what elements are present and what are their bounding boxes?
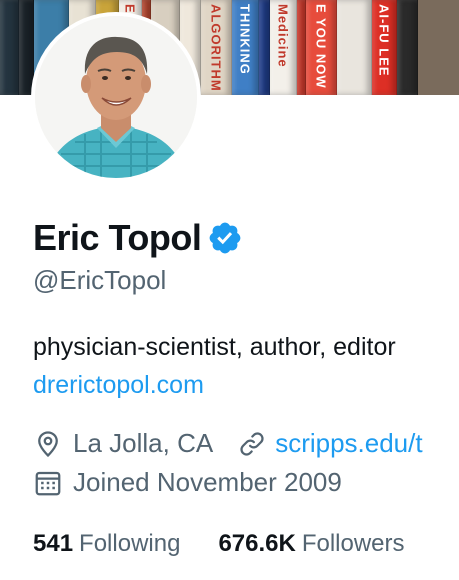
calendar-icon [35, 471, 61, 495]
banner-book-spine [397, 0, 418, 95]
bio-link[interactable]: drerictopol.com [33, 371, 204, 400]
banner-book-spine: Medicine [270, 0, 297, 95]
profile-location: La Jolla, CA [73, 428, 214, 458]
followers-link[interactable]: 676.6K Followers [218, 530, 404, 558]
profile-website-link[interactable]: scripps.edu/t [275, 428, 422, 459]
banner-book-spine [297, 0, 306, 95]
banner-book-title: Medicine [275, 4, 291, 68]
profile-stats: 541 Following 676.6K Followers [33, 530, 405, 558]
banner-book-spine [259, 0, 270, 95]
banner-book-spine: AI-FU LEE [372, 0, 397, 95]
profile-meta-row: La Jolla, CA scripps.edu/t [33, 428, 423, 459]
profile-name-row: Eric Topol [33, 218, 243, 258]
banner-book-title: ALGORITHM [208, 4, 224, 92]
banner-book-spine [0, 0, 19, 95]
profile-joined-date: Joined November 2009 [73, 467, 342, 497]
following-link[interactable]: 541 Following [33, 530, 180, 558]
profile-name: Eric Topol [33, 217, 202, 258]
banner-book-spine: THINKING [232, 0, 259, 95]
banner-book-title: AI-FU LEE [376, 4, 392, 77]
link-icon [240, 431, 264, 456]
profile-joined-row: Joined November 2009 [33, 467, 342, 498]
followers-count: 676.6K [218, 530, 296, 557]
following-count: 541 [33, 530, 74, 557]
following-label: Following [79, 530, 181, 557]
banner-book-spine: E YOU NOW [306, 0, 337, 95]
banner-book-spine [337, 0, 372, 95]
avatar[interactable] [31, 12, 201, 182]
verified-badge-icon[interactable] [207, 220, 243, 256]
banner-book-spine: ALGORITHM [201, 0, 232, 95]
profile-handle: @EricTopol [33, 265, 167, 295]
followers-label: Followers [301, 530, 405, 557]
avatar-photo [35, 16, 197, 178]
location-pin-icon [38, 430, 58, 457]
banner-book-title: E YOU NOW [313, 4, 329, 89]
profile-bio: physician-scientist, author, editor [33, 333, 396, 361]
banner-book-title: THINKING [237, 4, 253, 75]
